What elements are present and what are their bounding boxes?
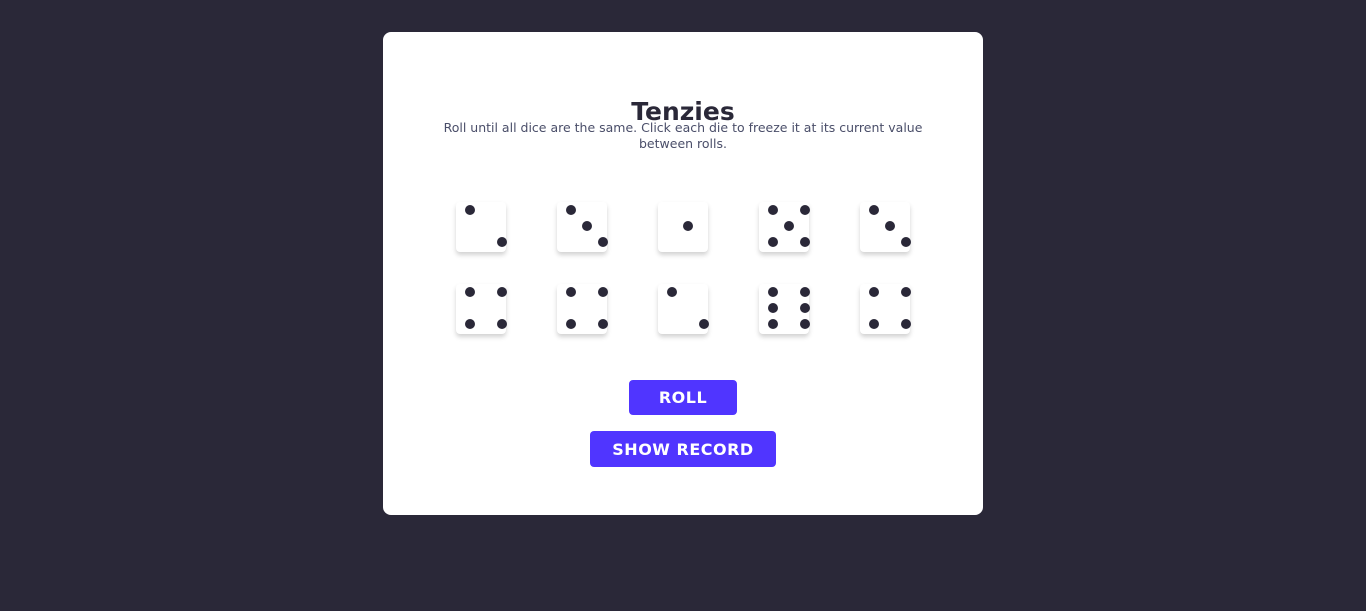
- die-6[interactable]: [456, 284, 507, 334]
- die-pip: [901, 319, 911, 329]
- die-3[interactable]: [658, 202, 708, 252]
- die-pip: [667, 287, 677, 297]
- die-2[interactable]: [557, 202, 608, 252]
- die-pip: [497, 287, 507, 297]
- die-8[interactable]: [658, 284, 709, 334]
- die-pip: [465, 319, 475, 329]
- dice-grid: [456, 202, 911, 334]
- die-pip: [768, 319, 778, 329]
- die-pip: [869, 205, 879, 215]
- show-record-button[interactable]: SHOW RECORD: [590, 431, 776, 467]
- roll-button[interactable]: ROLL: [629, 380, 737, 415]
- die-1[interactable]: [456, 202, 507, 252]
- die-pip: [582, 221, 592, 231]
- die-pip: [885, 221, 895, 231]
- die-pip: [566, 205, 576, 215]
- die-pip: [465, 205, 475, 215]
- die-pip: [598, 319, 608, 329]
- die-pip: [598, 287, 608, 297]
- die-pip: [800, 319, 810, 329]
- die-9[interactable]: [759, 284, 810, 334]
- die-pip: [497, 319, 507, 329]
- die-pip: [683, 221, 693, 231]
- die-pip: [768, 303, 778, 313]
- die-pip: [465, 287, 475, 297]
- die-pip: [768, 237, 778, 247]
- die-pip: [800, 303, 810, 313]
- die-pip: [800, 287, 810, 297]
- instructions-text: Roll until all dice are the same. Click …: [443, 120, 923, 151]
- die-pip: [768, 205, 778, 215]
- die-pip: [784, 221, 794, 231]
- die-7[interactable]: [557, 284, 608, 334]
- die-pip: [497, 237, 507, 247]
- die-pip: [566, 287, 576, 297]
- die-pip: [869, 287, 879, 297]
- die-10[interactable]: [860, 284, 911, 334]
- die-pip: [566, 319, 576, 329]
- die-pip: [800, 205, 810, 215]
- die-pip: [768, 287, 778, 297]
- die-pip: [901, 237, 911, 247]
- die-4[interactable]: [759, 202, 810, 252]
- die-pip: [598, 237, 608, 247]
- die-5[interactable]: [860, 202, 911, 252]
- game-card: Tenzies Roll until all dice are the same…: [383, 32, 983, 515]
- die-pip: [901, 287, 911, 297]
- die-pip: [869, 319, 879, 329]
- die-pip: [699, 319, 709, 329]
- die-pip: [800, 237, 810, 247]
